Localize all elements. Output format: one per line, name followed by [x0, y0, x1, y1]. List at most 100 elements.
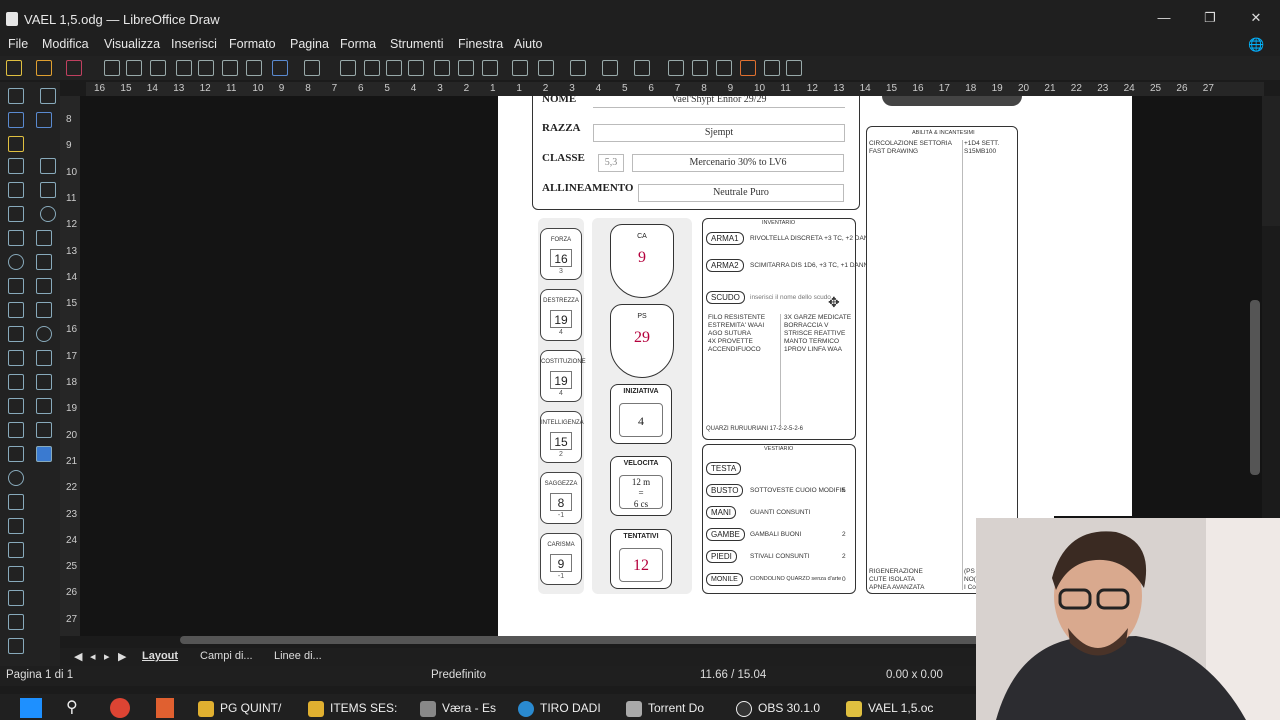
menu-forma[interactable]: Forma: [340, 37, 376, 51]
fill-color-icon[interactable]: [36, 112, 52, 128]
ca-value[interactable]: 9: [625, 245, 659, 271]
image-icon[interactable]: [434, 60, 450, 76]
stat-value[interactable]: 9: [550, 554, 572, 572]
search-icon[interactable]: ⚲: [66, 698, 78, 718]
undo-icon[interactable]: [272, 60, 288, 76]
helplines-icon[interactable]: [386, 60, 402, 76]
paste-icon[interactable]: [222, 60, 238, 76]
more-tools-icon[interactable]: [8, 638, 24, 654]
text-icon[interactable]: [8, 206, 24, 222]
gambe-value[interactable]: 2: [842, 531, 846, 538]
scudo-field[interactable]: inserisci il nome dello scudo: [750, 294, 831, 301]
task-pg-quint[interactable]: PG QUINT/: [198, 698, 281, 718]
fontwork-aa-icon[interactable]: [8, 518, 24, 534]
piedi-value[interactable]: 2: [842, 553, 846, 560]
gambe-field[interactable]: GAMBALI BUONI: [750, 531, 801, 538]
busto-field[interactable]: SOTTOVESTE CUOIO MODIFIK: [750, 487, 846, 494]
task-vael-draw[interactable]: VAEL 1,5.oc: [846, 698, 933, 718]
textbox-icon[interactable]: [458, 60, 474, 76]
menu-aiuto[interactable]: Aiuto: [514, 37, 543, 51]
chart-icon[interactable]: [8, 350, 24, 366]
menu-finestra[interactable]: Finestra: [458, 37, 503, 51]
inventory-right-list[interactable]: 3X GARZE MEDICATE BORRACCIA V STRISCE RE…: [784, 314, 851, 354]
character-sheet-page[interactable]: NOME Vael'Shypt Ennor 29/29 RAZZA Sjempt…: [498, 96, 1054, 636]
nav-last-icon[interactable]: ▶: [118, 650, 126, 663]
task-tiro-dadi[interactable]: TIRO DADI: [518, 698, 601, 718]
pointer-icon[interactable]: [40, 88, 56, 104]
stat-value[interactable]: 19: [550, 310, 572, 328]
menu-modifica[interactable]: Modifica: [42, 37, 89, 51]
flowchart-icon[interactable]: [36, 374, 52, 390]
abilita-bottom-list[interactable]: RIGENERAZIONE CUTE ISOLATA APNEA AVANZAT…: [869, 568, 925, 592]
export-pdf-icon[interactable]: [126, 60, 142, 76]
table-insert-icon[interactable]: [8, 542, 24, 558]
callout-icon[interactable]: [36, 398, 52, 414]
connector-icon[interactable]: [36, 278, 52, 294]
task-vaera[interactable]: Væra - Es: [420, 698, 496, 718]
start-icon[interactable]: [20, 698, 42, 718]
arma2-field[interactable]: SCIMITARRA DIS 1D6, +3 TC, +1 DANNI: [750, 262, 870, 269]
ps-value[interactable]: 29: [625, 325, 659, 351]
menu-visualizza[interactable]: Visualizza: [104, 37, 160, 51]
tab-campi[interactable]: Campi di...: [200, 650, 253, 662]
brave-icon[interactable]: [156, 698, 174, 718]
pencil-icon[interactable]: [8, 136, 24, 152]
clone-formatting-icon[interactable]: [246, 60, 262, 76]
number-icon[interactable]: [8, 422, 24, 438]
nome-field[interactable]: Vael'Shypt Ennor 29/29: [593, 96, 845, 108]
quarzi-field[interactable]: QUARZI RURUURIANI 17-2-2-5-2-6: [706, 426, 803, 432]
nav-prev-icon[interactable]: ◂: [90, 650, 96, 663]
menu-inserisci[interactable]: Inserisci: [171, 37, 217, 51]
play-icon[interactable]: [8, 566, 24, 582]
line-color-icon[interactable]: [8, 112, 24, 128]
copy-icon[interactable]: [198, 60, 214, 76]
globe-icon[interactable]: 🌐: [1248, 37, 1264, 53]
snap-grid-icon[interactable]: [364, 60, 380, 76]
allineamento-field[interactable]: Neutrale Puro: [638, 184, 844, 202]
stat-value[interactable]: 15: [550, 432, 572, 450]
chrome-icon[interactable]: [110, 698, 130, 718]
insert-image-icon[interactable]: [8, 326, 24, 342]
arrow-line-icon[interactable]: [36, 230, 52, 246]
gallery-icon[interactable]: [8, 494, 24, 510]
distribute-icon[interactable]: [634, 60, 650, 76]
print-icon[interactable]: [150, 60, 166, 76]
velocita-value[interactable]: 12 m = 6 cs: [619, 475, 663, 509]
stat-value[interactable]: 19: [550, 371, 572, 389]
double-arrow-icon[interactable]: [36, 350, 52, 366]
tab-layout[interactable]: Layout: [142, 650, 178, 662]
save-icon[interactable]: [66, 60, 82, 76]
classe-field[interactable]: Mercenario 30% to LV6: [632, 154, 844, 172]
arma1-field[interactable]: RIVOLTELLA DISCRETA +3 TC, +2 DANNI: [750, 235, 875, 242]
curve-icon[interactable]: [36, 254, 52, 270]
cut-icon[interactable]: [176, 60, 192, 76]
horizontal-scrollbar[interactable]: [180, 636, 980, 644]
minimize-button[interactable]: —: [1154, 10, 1174, 25]
table-icon[interactable]: [8, 278, 24, 294]
menu-strumenti[interactable]: Strumenti: [390, 37, 444, 51]
classe-level-field[interactable]: 5,3: [598, 154, 624, 172]
abilita-top-list[interactable]: CIRCOLAZIONE SETTORIA FAST DRAWING: [869, 140, 952, 156]
iniziativa-value[interactable]: 4: [619, 403, 663, 437]
select-icon[interactable]: [8, 88, 24, 104]
maximize-button[interactable]: ❐: [1200, 10, 1220, 26]
razza-field[interactable]: Sjempt: [593, 124, 845, 142]
vertical-scrollbar[interactable]: [1250, 300, 1260, 475]
monile-field[interactable]: CIONDOLINO QUARZO senza d'arte: [750, 576, 841, 582]
zoom-icon[interactable]: [408, 60, 424, 76]
toggle-extrusion-icon[interactable]: [764, 60, 780, 76]
inventory-left-list[interactable]: FILO RESISTENTE ESTREMITA' WAAI AGO SUTU…: [708, 314, 765, 354]
diamond-icon[interactable]: [36, 302, 52, 318]
line-tool-icon[interactable]: [40, 158, 56, 174]
fontwork-icon[interactable]: [512, 60, 528, 76]
abilita-top-right-list[interactable]: +1D4 SETT. S15MB100: [964, 140, 999, 156]
points-icon[interactable]: [716, 60, 732, 76]
special-icon[interactable]: [8, 446, 24, 462]
grid-icon[interactable]: [340, 60, 356, 76]
piedi-field[interactable]: STIVALI CONSUNTI: [750, 553, 809, 560]
mani-field[interactable]: GUANTI CONSUNTI: [750, 509, 810, 516]
smiley-icon[interactable]: [36, 326, 52, 342]
monile-value[interactable]: 0: [842, 576, 846, 583]
ellipse-icon[interactable]: [40, 206, 56, 222]
stat-value[interactable]: 8: [550, 493, 572, 511]
